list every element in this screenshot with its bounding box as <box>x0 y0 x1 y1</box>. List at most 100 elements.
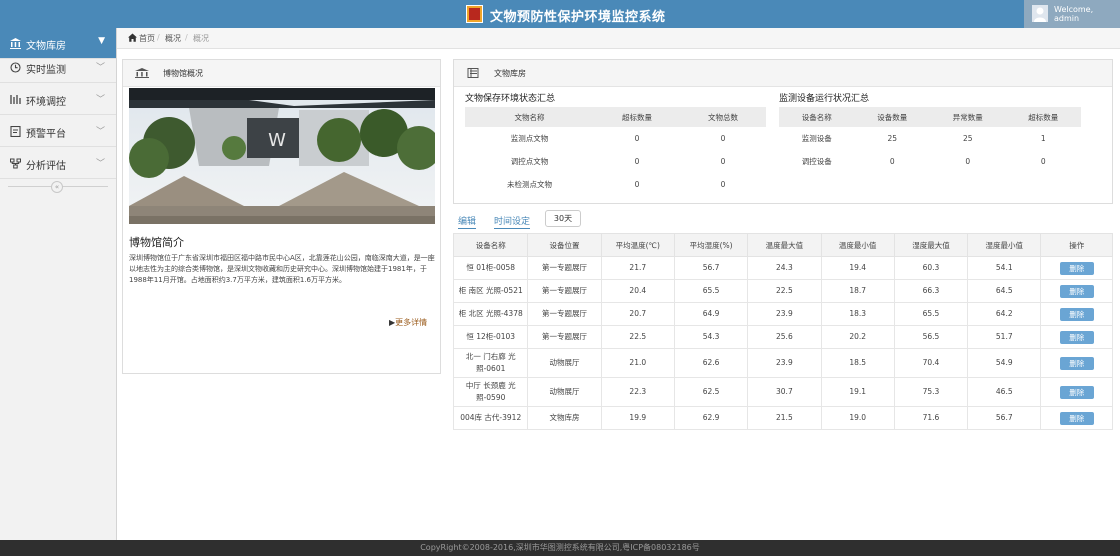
intro-text: 深圳博物馆位于广东省深圳市福田区福中路市民中心A区，北靠莲花山公园，南临深南大道… <box>129 254 435 284</box>
table-header: 超标数量 <box>594 107 680 127</box>
delete-button[interactable]: 删除 <box>1059 356 1094 370</box>
breadcrumb-home[interactable]: 首页 <box>139 33 155 44</box>
table-cell: 60.3 <box>893 256 969 280</box>
top-header: 文物预防性保护环境监控系统 Welcome, admin <box>0 0 1120 28</box>
breadcrumb-separator: / <box>185 33 188 42</box>
table-row: 调控设备 0 0 0 <box>779 150 1081 173</box>
user-menu[interactable]: Welcome, admin <box>1024 0 1120 28</box>
breadcrumb-current: 概况 <box>193 34 209 43</box>
document-icon <box>10 126 21 137</box>
tab-time-setting[interactable]: 时间设定 <box>494 214 531 229</box>
sidebar-item-label: 环境调控 <box>26 97 66 108</box>
table-cell: 20.2 <box>820 325 895 349</box>
book-icon <box>467 68 479 78</box>
table-header: 设备名称 <box>779 107 855 127</box>
table-header: 操作 <box>1040 233 1113 257</box>
table-header: 异常数量 <box>930 107 1006 127</box>
table-header: 温度最大值 <box>747 233 822 257</box>
table-header: 设备位置 <box>527 233 602 257</box>
action-cell: 删除 <box>1040 348 1113 378</box>
sidebar-item-label: 分析评估 <box>26 161 66 172</box>
table-cell: 调控点文物 <box>510 157 549 166</box>
delete-button[interactable]: 删除 <box>1059 307 1094 321</box>
more-details-link[interactable]: ▶更多详情 <box>389 317 427 328</box>
action-cell: 删除 <box>1040 406 1113 430</box>
table-header-row: 设备名称 设备数量 异常数量 超标数量 <box>779 107 1081 127</box>
action-cell: 删除 <box>1040 302 1113 326</box>
museum-logo-icon <box>466 5 483 23</box>
delete-button[interactable]: 删除 <box>1059 330 1094 344</box>
intro-title: 博物馆简介 <box>129 236 184 249</box>
table-cell: 54.9 <box>967 348 1042 378</box>
delete-button[interactable]: 删除 <box>1059 411 1094 425</box>
table-header: 温度最小值 <box>820 233 895 257</box>
table-cell: 25.6 <box>747 325 822 349</box>
table-cell: 56.7 <box>967 406 1042 430</box>
delete-button[interactable]: 删除 <box>1059 385 1094 399</box>
caret-down-icon: ▼ <box>98 36 105 46</box>
sidebar-item-alert[interactable]: 预警平台 ﹀ <box>0 116 116 147</box>
table-cell: 第一专题展厅 <box>527 302 602 326</box>
bank-icon <box>10 38 21 49</box>
table-cell: 65.5 <box>893 302 969 326</box>
table-cell: 北一 门右廊 光照-0601 <box>452 348 529 378</box>
table-cell: 19.1 <box>820 377 895 407</box>
collapse-sidebar-icon[interactable]: « <box>51 181 63 193</box>
table-cell: 第一专题展厅 <box>527 279 602 303</box>
table-cell: 62.6 <box>673 348 749 378</box>
table-row: 未检测点文物 0 0 <box>465 173 766 196</box>
table-cell: 21.7 <box>600 256 675 280</box>
svg-text:W: W <box>268 130 286 151</box>
chevron-down-icon: ﹀ <box>95 159 105 169</box>
delete-button[interactable]: 删除 <box>1059 261 1094 275</box>
table-cell: 22.5 <box>600 325 675 349</box>
sidebar-item-realtime[interactable]: 实时监测 ﹀ <box>0 52 116 83</box>
table-cell: 文物库房 <box>527 406 602 430</box>
table-cell: 30.7 <box>747 377 822 407</box>
table-cell: 71.6 <box>893 406 969 430</box>
table-row: 恒 12柜-0103 第一专题展厅 22.5 54.3 25.6 20.2 56.5 51.7… <box>452 325 1113 349</box>
table-cell: 004库 古代-3912 <box>452 406 529 430</box>
table-cell: 62.9 <box>673 406 749 430</box>
table-cell: 动物展厅 <box>527 348 602 378</box>
table-cell: 75.3 <box>893 377 969 407</box>
table-cell: 64.9 <box>673 302 749 326</box>
table-cell: 19.0 <box>820 406 895 430</box>
devices-table: 设备名称 设备位置 平均温度(℃) 平均湿度(%) 温度最大值 温度最小值 湿度… <box>452 233 1113 430</box>
table-row: 中厅 长颈鹿 光照-0590 动物展厅 22.3 62.5 30.7 19.1 75.3 46… <box>452 377 1113 407</box>
table-row: 调控点文物 0 0 <box>465 150 766 173</box>
sidebar-item-env-control[interactable]: 环境调控 ﹀ <box>0 84 116 115</box>
museum-icon <box>135 68 149 78</box>
table-cell: 第一专题展厅 <box>527 256 602 280</box>
action-cell: 删除 <box>1040 256 1113 280</box>
delete-button[interactable]: 删除 <box>1059 284 1094 298</box>
table-cell: 0 <box>720 180 726 189</box>
table-cell: 0 <box>965 157 971 166</box>
table-header: 超标数量 <box>1005 107 1081 127</box>
table-cell: 恒 12柜-0103 <box>452 325 529 349</box>
table-cell: 18.7 <box>820 279 895 303</box>
table-header: 文物名称 <box>465 107 594 127</box>
breadcrumb-level1[interactable]: 概况 <box>165 33 181 44</box>
table-cell: 23.9 <box>747 348 822 378</box>
chevron-down-icon: ﹀ <box>95 95 105 105</box>
table-cell: 1 <box>1040 134 1046 143</box>
days-select[interactable]: 30天 <box>545 210 581 227</box>
home-icon <box>128 33 137 42</box>
table-cell: 23.9 <box>747 302 822 326</box>
tab-edit[interactable]: 编辑 <box>458 214 477 229</box>
chevron-down-icon: ﹀ <box>95 63 105 73</box>
table-cell: 25 <box>962 134 973 143</box>
table-cell: 21.5 <box>747 406 822 430</box>
sidebar-item-analysis[interactable]: 分析评估 ﹀ <box>0 148 116 179</box>
action-cell: 删除 <box>1040 325 1113 349</box>
table-row: 恒 01柜-0058 第一专题展厅 21.7 56.7 24.3 19.4 60.3 54.1… <box>452 256 1113 280</box>
table-cell: 0 <box>889 157 895 166</box>
table-cell: 0 <box>634 157 640 166</box>
table-row: 004库 古代-3912 文物库房 19.9 62.9 21.5 19.0 71.6 56.7… <box>452 406 1113 430</box>
table-cell: 0 <box>634 180 640 189</box>
table-cell: 64.5 <box>967 279 1042 303</box>
sidebar-item-label: 实时监测 <box>26 65 66 76</box>
table-cell: 70.4 <box>893 348 969 378</box>
table-cell: 第一专题展厅 <box>527 325 602 349</box>
